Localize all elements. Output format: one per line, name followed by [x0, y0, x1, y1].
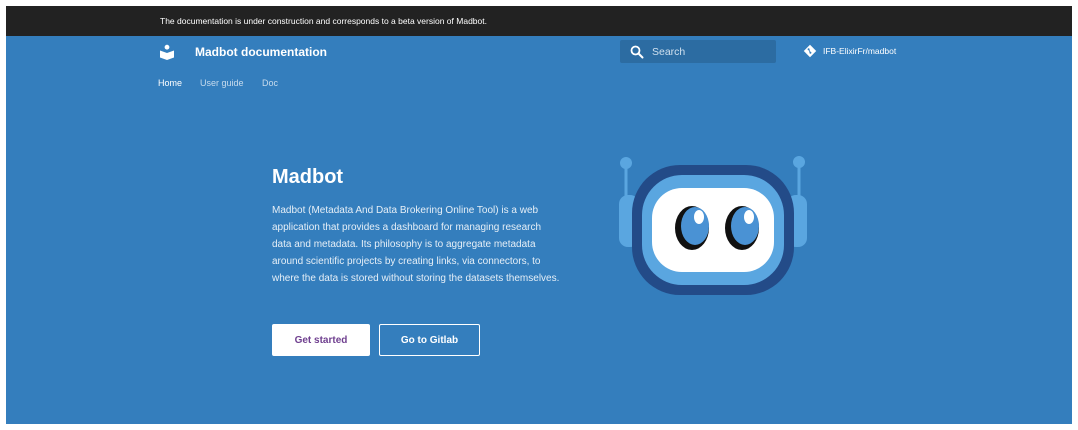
book-person-icon[interactable] [159, 44, 175, 60]
repo-label: IFB-ElixirFr/madbot [823, 46, 897, 56]
search-icon [630, 45, 644, 59]
repo-link[interactable]: IFB-ElixirFr/madbot [803, 44, 896, 58]
announcement-bar: The documentation is under construction … [6, 6, 1072, 36]
search-input[interactable]: Search [652, 46, 685, 58]
page-frame: The documentation is under construction … [6, 6, 1072, 424]
site-title[interactable]: Madbot documentation [195, 45, 327, 59]
tab-home[interactable]: Home [158, 78, 182, 88]
hero-title: Madbot [272, 166, 344, 188]
tab-doc[interactable]: Doc [262, 78, 278, 88]
search-box[interactable]: Search [620, 40, 776, 63]
site-header: Madbot documentation Search IFB-ElixirFr… [6, 36, 1072, 70]
robot-mascot [619, 156, 807, 295]
tab-user-guide[interactable]: User guide [200, 78, 244, 88]
get-started-button[interactable]: Get started [272, 324, 370, 356]
hero-description: Madbot (Metadata And Data Brokering Onli… [272, 205, 560, 284]
nav-tabs: Home User guide Doc [6, 70, 1072, 96]
git-diamond-icon [803, 44, 817, 58]
go-to-gitlab-button[interactable]: Go to Gitlab [379, 324, 480, 356]
announcement-text: The documentation is under construction … [160, 16, 487, 26]
